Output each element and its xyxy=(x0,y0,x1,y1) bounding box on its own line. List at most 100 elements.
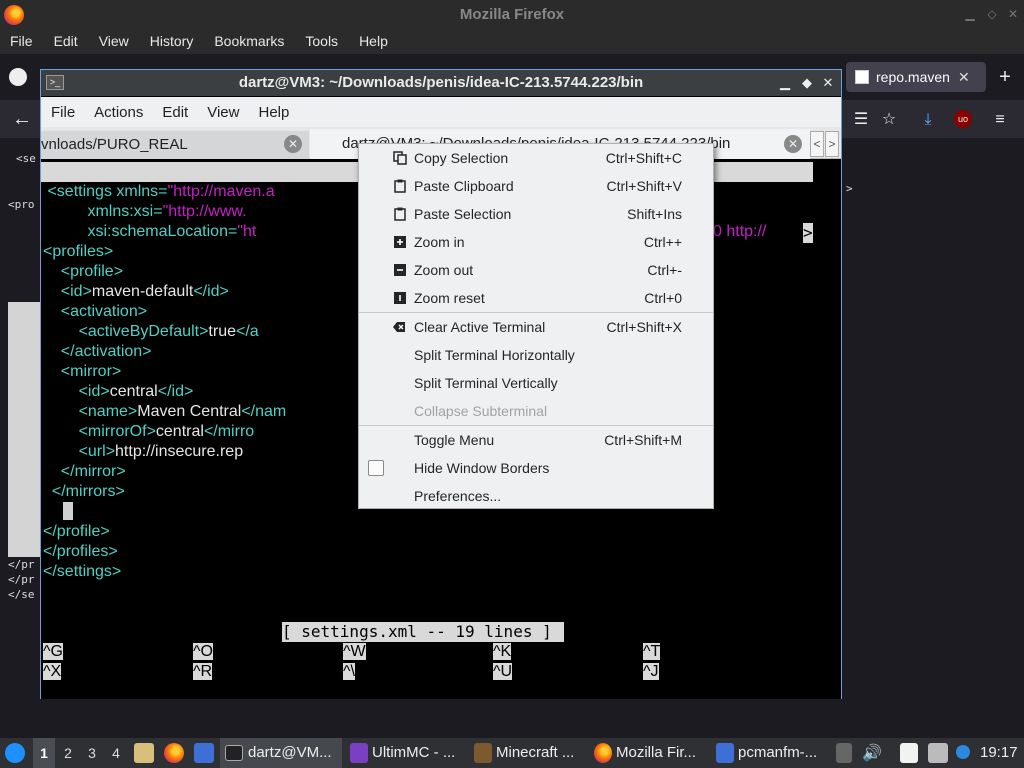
page-text: > xyxy=(846,182,853,195)
file-manager-icon[interactable] xyxy=(134,743,154,763)
menu-edit[interactable]: Edit xyxy=(152,104,197,121)
new-tab-button[interactable]: + xyxy=(994,62,1016,92)
menu-view[interactable]: View xyxy=(197,104,248,121)
tab-scroll-left-icon[interactable]: < xyxy=(810,131,824,157)
terminal-title: dartz@VM3: ~/Downloads/penis/idea-IC-213… xyxy=(41,70,841,96)
nano-shortcut: ^\ Replace xyxy=(343,663,419,680)
bluetooth-icon[interactable] xyxy=(956,745,970,759)
zoom-reset-icon xyxy=(394,292,406,304)
clock[interactable]: 19:17 xyxy=(980,738,1018,768)
copy-icon xyxy=(393,151,407,165)
menu-item-zoom-in[interactable]: Zoom in Ctrl++ xyxy=(359,228,713,256)
page-text: </se xyxy=(8,588,35,601)
close-icon[interactable]: ✕ xyxy=(1005,6,1021,22)
network-icon[interactable] xyxy=(928,743,948,763)
menu-actions[interactable]: Actions xyxy=(84,104,152,121)
page-text: </pr xyxy=(8,558,35,571)
workspace-4[interactable]: 4 xyxy=(105,738,127,768)
menu-item-collapse-subterminal: Collapse Subterminal xyxy=(414,403,548,419)
maximize-icon[interactable]: ◆ xyxy=(799,74,815,92)
page-text: <pro xyxy=(8,198,35,211)
menu-help[interactable]: Help xyxy=(248,104,298,121)
code-line: </activation> xyxy=(60,343,152,360)
code-line: <name>Maven Central</nam xyxy=(78,403,287,420)
menu-item-split-horizontally[interactable]: Split Terminal Horizontally xyxy=(359,341,713,369)
workspace-2[interactable]: 2 xyxy=(57,738,79,768)
firefox-icon[interactable] xyxy=(164,743,184,763)
menu-item-paste-clipboard[interactable]: Paste Clipboard Ctrl+Shift+V xyxy=(359,172,713,200)
back-arrow-icon[interactable]: ← xyxy=(12,108,32,131)
code-line: </mirror> xyxy=(60,463,126,480)
firefox-icon xyxy=(594,743,612,763)
code-line: 0 http:// xyxy=(713,223,767,240)
menu-file[interactable]: File xyxy=(41,104,84,121)
menu-help[interactable]: Help xyxy=(349,30,399,54)
code-line: <profiles> xyxy=(43,243,114,260)
code-line: <id>central</id> xyxy=(78,383,194,400)
clipboard-icon[interactable] xyxy=(900,743,918,763)
code-line: </settings> xyxy=(43,563,122,580)
nano-shortcut: ^X Exit xyxy=(43,663,93,680)
ultimmc-icon xyxy=(350,743,368,763)
paste-icon xyxy=(394,179,406,193)
menu-item-split-vertically[interactable]: Split Terminal Vertically xyxy=(359,369,713,397)
minecraft-icon xyxy=(474,743,492,763)
workspace-3[interactable]: 3 xyxy=(81,738,103,768)
zoom-in-icon xyxy=(394,236,406,248)
text-cursor xyxy=(63,502,73,520)
terminal-tab[interactable]: vnloads/PURO_REAL xyxy=(41,131,309,159)
menu-tools[interactable]: Tools xyxy=(295,30,349,54)
code-line: <activeByDefault>true</a xyxy=(78,323,259,340)
code-line: <profile> xyxy=(60,263,124,280)
tab-favicon-icon xyxy=(855,70,869,84)
close-icon[interactable]: ✕ xyxy=(820,74,836,92)
tab-close-icon[interactable]: ✕ xyxy=(958,62,976,92)
nano-shortcut: ^G Help xyxy=(43,643,101,660)
maximize-icon[interactable]: ◇ xyxy=(984,6,1000,22)
workspace-1[interactable]: 1 xyxy=(33,738,55,768)
tab-close-icon[interactable]: ✕ xyxy=(284,135,302,153)
menu-item-preferences[interactable]: Preferences... xyxy=(359,482,713,510)
nano-shortcut: ^K Cut xyxy=(493,643,541,660)
paste-icon xyxy=(394,207,406,221)
menu-item-copy-selection[interactable]: Copy Selection Ctrl+Shift+C xyxy=(359,144,713,172)
firefox-logo-icon xyxy=(4,5,24,25)
start-menu-icon[interactable] xyxy=(5,743,25,763)
menu-history[interactable]: History xyxy=(140,30,205,54)
nano-shortcut: ^U Paste xyxy=(493,663,558,680)
minimize-icon[interactable]: ▁ xyxy=(962,6,978,22)
menu-file[interactable]: File xyxy=(0,30,44,54)
desktop-icon[interactable] xyxy=(194,743,214,763)
tab-close-icon[interactable]: ✕ xyxy=(784,135,802,153)
menu-view[interactable]: View xyxy=(89,30,140,54)
menu-item-toggle-menu[interactable]: Toggle Menu Ctrl+Shift+M xyxy=(359,426,713,454)
menu-item-hide-window-borders[interactable]: Hide Window Borders xyxy=(359,454,713,482)
menu-item-zoom-reset[interactable]: Zoom reset Ctrl+0 xyxy=(359,284,713,312)
nano-path: /home/dar xyxy=(273,203,346,220)
bookmark-star-icon[interactable]: ☆ xyxy=(879,110,899,130)
menu-item-clear-active-terminal[interactable]: Clear Active Terminal Ctrl+Shift+X xyxy=(359,313,713,341)
volume-icon[interactable]: 🔊 xyxy=(862,743,882,763)
tray-icon[interactable] xyxy=(836,743,852,763)
code-line: <mirrorOf>central</mirro xyxy=(78,423,255,440)
hamburger-menu-icon[interactable]: ≡ xyxy=(990,110,1010,130)
menu-bookmarks[interactable]: Bookmarks xyxy=(204,30,295,54)
hide-borders-checkbox[interactable] xyxy=(368,460,384,476)
firefox-menubar: File Edit View History Bookmarks Tools H… xyxy=(0,30,1024,54)
firefox-titlebar: Mozilla Firefox xyxy=(0,0,1024,30)
code-line: </mirrors> xyxy=(51,483,125,500)
menu-item-zoom-out[interactable]: Zoom out Ctrl+- xyxy=(359,256,713,284)
ublock-icon[interactable]: uo xyxy=(954,110,972,128)
menu-edit[interactable]: Edit xyxy=(44,30,89,54)
nano-shortcut: ^R Read File xyxy=(193,663,285,680)
code-line: xmlns:xsi="http://www. xyxy=(87,203,247,220)
code-line: </profiles> xyxy=(43,543,118,560)
reader-icon[interactable]: ☰ xyxy=(851,110,871,130)
zoom-out-icon xyxy=(394,264,406,276)
minimize-icon[interactable]: ▁ xyxy=(777,74,793,92)
menu-item-paste-selection[interactable]: Paste Selection Shift+Ins xyxy=(359,200,713,228)
nano-shortcut: ^J Justify xyxy=(643,663,709,680)
folder-icon xyxy=(716,743,734,763)
download-icon[interactable]: ⤓ xyxy=(918,110,938,130)
tab-scroll-right-icon[interactable]: > xyxy=(825,131,839,157)
